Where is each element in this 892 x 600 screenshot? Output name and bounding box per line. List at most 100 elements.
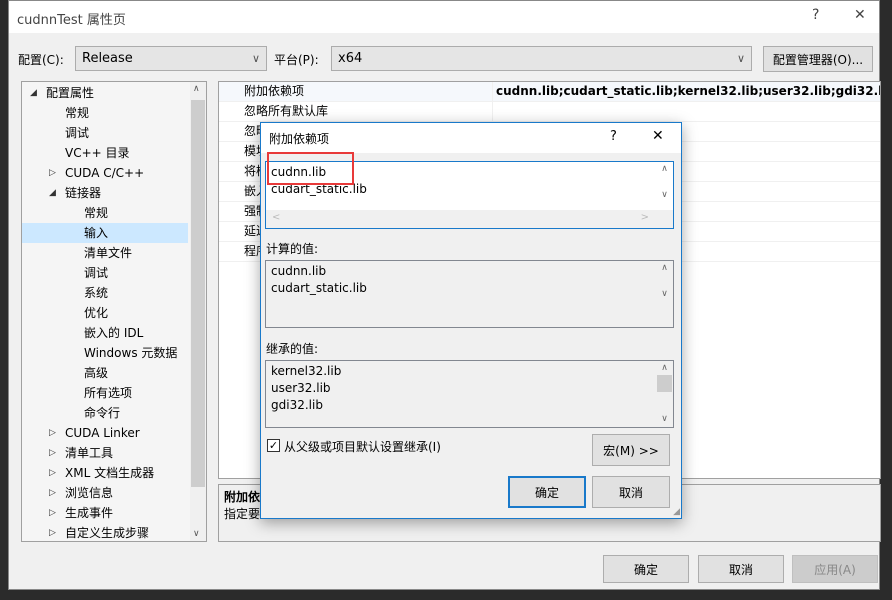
collapsed-arrow-icon[interactable]: ▷ <box>49 163 56 183</box>
inherited-vscroll[interactable]: ∧ ∨ <box>656 361 673 427</box>
column-divider <box>492 82 493 102</box>
inherit-checkbox-label[interactable]: 从父级或项目默认设置继承(I) <box>284 438 441 455</box>
property-value[interactable]: cudnn.lib;cudart_static.lib;kernel32.lib… <box>496 82 880 101</box>
dialog-cancel-button[interactable]: 取消 <box>592 476 670 508</box>
edit-hscroll[interactable]: < > <box>266 210 673 228</box>
description-title: 附加依 <box>224 490 261 504</box>
tree-item[interactable]: 清单文件 <box>84 243 132 263</box>
property-tree: ∧ ∨ ◢ 配置属性 常规 调试 VC++ 目录 ▷ CUDA C/C++ ◢ 链接器 常规 输入清… <box>21 81 207 542</box>
tree-item-label: 输入 <box>84 226 109 240</box>
resize-grip-icon[interactable]: ◢ <box>673 507 680 517</box>
scroll-up-icon[interactable]: ∧ <box>656 363 673 373</box>
description-text: 指定要 <box>224 507 261 521</box>
apply-button[interactable]: 应用(A) <box>792 555 878 583</box>
scroll-thumb[interactable] <box>657 375 672 392</box>
close-button[interactable]: ✕ <box>854 7 866 23</box>
check-icon: ✓ <box>268 439 279 452</box>
scroll-thumb[interactable] <box>191 100 205 487</box>
dialog-ok-button[interactable]: 确定 <box>508 476 586 508</box>
tree-item-label: VC++ 目录 <box>65 146 130 160</box>
inherited-values-list: ∧ ∨ kernel32.lib user32.lib gdi32.lib <box>265 360 674 428</box>
tree-item[interactable]: 所有选项 <box>84 383 132 403</box>
collapsed-arrow-icon[interactable]: ▷ <box>49 423 56 443</box>
list-line: kernel32.lib <box>271 364 342 378</box>
tree-item-label: 配置属性 <box>46 86 95 100</box>
tree-item[interactable]: ▷ 清单工具 <box>49 443 114 463</box>
cancel-button[interactable]: 取消 <box>698 555 784 583</box>
tree-item-label: 调试 <box>84 266 109 280</box>
dialog-help-button[interactable]: ? <box>610 129 617 144</box>
macro-button[interactable]: 宏(M) >> <box>592 434 670 466</box>
tree-item-label: 系统 <box>84 286 109 300</box>
help-button[interactable]: ? <box>812 7 819 23</box>
config-manager-button[interactable]: 配置管理器(O)... <box>763 46 873 72</box>
tree-item[interactable]: 高级 <box>84 363 108 383</box>
tree-item-label: 命令行 <box>84 406 121 420</box>
config-select[interactable]: Release ∨ <box>75 46 267 71</box>
inherit-checkbox[interactable]: ✓ <box>267 439 280 452</box>
list-line: user32.lib <box>271 381 331 395</box>
tree-item[interactable]: ▷ 生成事件 <box>49 503 114 523</box>
scroll-down-icon[interactable]: ∨ <box>656 190 673 200</box>
tree-item[interactable]: 命令行 <box>84 403 120 423</box>
collapsed-arrow-icon[interactable]: ▷ <box>49 463 56 483</box>
expanded-arrow-icon[interactable]: ◢ <box>30 83 37 103</box>
property-row[interactable]: 附加依赖项 cudnn.lib;cudart_static.lib;kernel3… <box>219 82 880 102</box>
expanded-arrow-icon[interactable]: ◢ <box>49 183 56 203</box>
scroll-right-icon[interactable]: > <box>641 212 649 223</box>
tree-item-label: 所有选项 <box>84 386 133 400</box>
property-row[interactable]: 忽略所有默认库 <box>219 102 880 122</box>
tree-item[interactable]: 常规 <box>84 203 108 223</box>
highlight-box <box>267 152 354 185</box>
chevron-down-icon: ∨ <box>736 52 745 65</box>
tree-item-label: 生成事件 <box>65 506 114 520</box>
scroll-down-icon[interactable]: ∨ <box>656 414 673 424</box>
collapsed-arrow-icon[interactable]: ▷ <box>49 503 56 523</box>
tree-item-label: 清单工具 <box>65 446 114 460</box>
scroll-up-icon[interactable]: ∧ <box>656 263 673 273</box>
tree-item-label: CUDA Linker <box>65 426 140 440</box>
tree-item[interactable]: ▷ CUDA C/C++ <box>49 163 144 183</box>
tree-item[interactable]: 调试 <box>84 263 108 283</box>
computed-vscroll[interactable]: ∧ ∨ <box>656 261 673 327</box>
tree-item-label: 自定义生成步骤 <box>65 526 150 540</box>
scroll-down-icon[interactable]: ∨ <box>656 289 673 299</box>
tree-item-label: Windows 元数据 <box>84 346 178 360</box>
tree-item[interactable]: ◢ 配置属性 <box>30 83 95 103</box>
tree-item-label: 清单文件 <box>84 246 133 260</box>
scroll-up-icon[interactable]: ∧ <box>656 164 673 174</box>
scroll-up-icon[interactable]: ∧ <box>193 84 200 94</box>
tree-item[interactable]: 优化 <box>84 303 108 323</box>
ok-button[interactable]: 确定 <box>603 555 689 583</box>
platform-select[interactable]: x64 ∨ <box>331 46 752 71</box>
tree-item[interactable]: ▷ 浏览信息 <box>49 483 113 503</box>
tree-item[interactable]: 常规 <box>65 103 89 123</box>
tree-item[interactable]: Windows 元数据 <box>84 343 177 363</box>
tree-item-label: 优化 <box>84 306 109 320</box>
tree-item-label: 常规 <box>65 106 90 120</box>
config-label: 配置(C): <box>18 53 64 67</box>
tree-item[interactable]: VC++ 目录 <box>65 143 130 163</box>
tree-item[interactable]: 输入 <box>22 223 188 243</box>
additional-dependencies-dialog: 附加依赖项 ? ✕ ∧ ∨ < > cudnn.lib cudart_static.l… <box>260 122 682 519</box>
config-value: Release <box>82 51 133 66</box>
title-bar: cudnnTest 属性页 ? ✕ <box>9 1 879 33</box>
collapsed-arrow-icon[interactable]: ▷ <box>49 523 56 541</box>
tree-item[interactable]: ◢ 链接器 <box>49 183 101 203</box>
tree-item[interactable]: ▷ CUDA Linker <box>49 423 140 443</box>
list-line: cudart_static.lib <box>271 281 367 295</box>
collapsed-arrow-icon[interactable]: ▷ <box>49 443 56 463</box>
computed-label: 计算的值: <box>266 242 319 256</box>
tree-item[interactable]: 嵌入的 IDL <box>84 323 143 343</box>
tree-item[interactable]: 调试 <box>65 123 89 143</box>
edit-vscroll[interactable]: ∧ ∨ <box>656 162 673 210</box>
tree-item[interactable]: ▷ XML 文档生成器 <box>49 463 154 483</box>
tree-item[interactable]: ▷ 自定义生成步骤 <box>49 523 150 541</box>
scroll-left-icon[interactable]: < <box>272 212 280 223</box>
dialog-close-button[interactable]: ✕ <box>652 128 664 144</box>
tree-item[interactable]: 系统 <box>84 283 108 303</box>
tree-scrollbar[interactable]: ∧ ∨ <box>190 82 206 541</box>
tree-item-label: 嵌入的 IDL <box>84 326 144 340</box>
scroll-down-icon[interactable]: ∨ <box>193 529 200 539</box>
collapsed-arrow-icon[interactable]: ▷ <box>49 483 56 503</box>
